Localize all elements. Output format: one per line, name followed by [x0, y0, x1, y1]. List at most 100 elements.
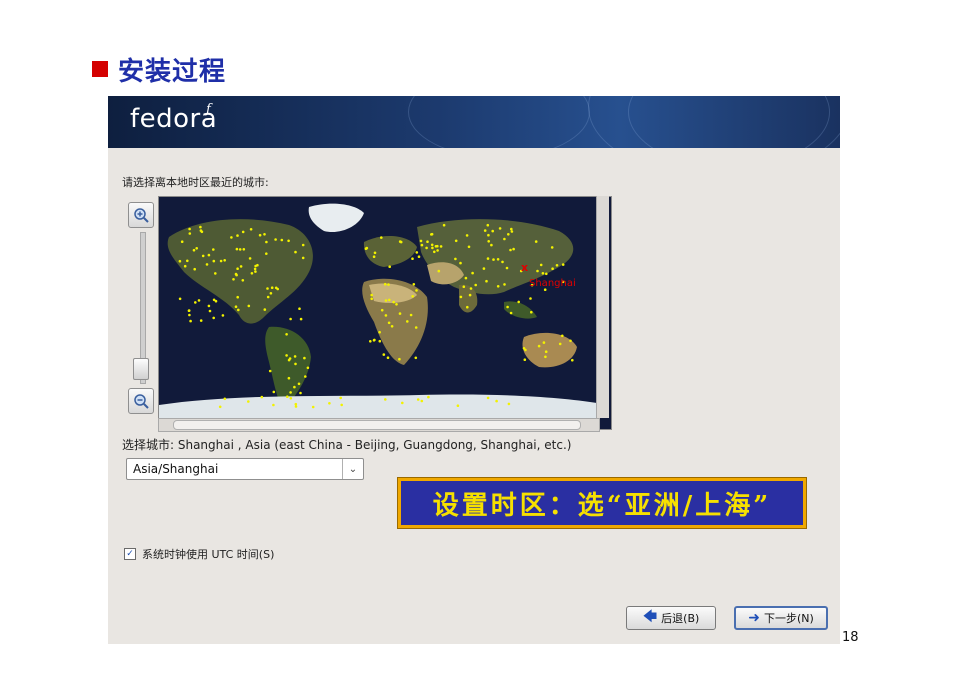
- city-dot[interactable]: [417, 255, 421, 258]
- utc-option[interactable]: ✓ 系统时钟使用 UTC 时间(S): [124, 546, 274, 562]
- city-dot[interactable]: [248, 257, 252, 260]
- city-dot[interactable]: [503, 237, 506, 241]
- city-dot[interactable]: [496, 258, 500, 261]
- city-dot[interactable]: [234, 272, 238, 276]
- city-dot[interactable]: [492, 258, 495, 261]
- city-dot[interactable]: [178, 259, 182, 263]
- city-dot[interactable]: [474, 283, 478, 287]
- chevron-down-icon[interactable]: ⌄: [342, 459, 363, 479]
- city-dot[interactable]: [235, 247, 239, 251]
- city-dot[interactable]: [483, 229, 487, 232]
- city-dot[interactable]: [238, 248, 242, 251]
- back-button[interactable]: 🡄 后退(B): [626, 606, 716, 630]
- city-dot[interactable]: [416, 398, 420, 401]
- city-dot[interactable]: [258, 233, 262, 237]
- city-dot[interactable]: [263, 308, 267, 311]
- city-dot[interactable]: [236, 267, 239, 270]
- city-dot[interactable]: [294, 402, 298, 406]
- city-dot[interactable]: [298, 307, 301, 310]
- city-dot[interactable]: [253, 267, 257, 271]
- city-dot[interactable]: [420, 399, 424, 403]
- city-dot[interactable]: [466, 305, 469, 309]
- city-dot[interactable]: [539, 263, 543, 267]
- city-dot[interactable]: [311, 405, 315, 409]
- city-dot[interactable]: [280, 238, 284, 242]
- city-dot[interactable]: [507, 402, 511, 406]
- city-dot[interactable]: [189, 319, 192, 323]
- city-dot[interactable]: [289, 391, 292, 394]
- city-dot[interactable]: [370, 293, 373, 297]
- next-button[interactable]: ➜ 下一步(N): [734, 606, 828, 630]
- city-dot[interactable]: [414, 326, 418, 329]
- world-map[interactable]: x Shanghai: [158, 196, 612, 430]
- city-dot[interactable]: [459, 295, 463, 299]
- city-dot[interactable]: [242, 248, 246, 251]
- city-dot[interactable]: [509, 311, 513, 315]
- city-dot[interactable]: [192, 248, 196, 252]
- city-dot[interactable]: [439, 245, 443, 248]
- zoom-out-button[interactable]: [128, 388, 154, 414]
- city-dot[interactable]: [207, 253, 211, 257]
- city-dot[interactable]: [199, 229, 203, 232]
- city-dot[interactable]: [194, 301, 197, 304]
- city-dot[interactable]: [289, 397, 293, 400]
- city-dot[interactable]: [551, 267, 554, 270]
- city-dot[interactable]: [412, 283, 416, 286]
- city-dot[interactable]: [468, 293, 472, 297]
- city-dot[interactable]: [232, 278, 235, 281]
- city-dot[interactable]: [239, 265, 243, 268]
- city-dot[interactable]: [269, 292, 273, 295]
- city-dot[interactable]: [301, 256, 305, 260]
- city-dot[interactable]: [406, 320, 409, 323]
- city-dot[interactable]: [180, 240, 184, 243]
- city-dot[interactable]: [249, 228, 253, 231]
- city-dot[interactable]: [299, 317, 303, 321]
- city-dot[interactable]: [454, 239, 458, 243]
- city-dot[interactable]: [223, 397, 227, 401]
- city-dot[interactable]: [426, 240, 429, 243]
- city-dot[interactable]: [505, 266, 509, 270]
- city-dot[interactable]: [188, 227, 191, 231]
- city-dot[interactable]: [544, 355, 547, 359]
- city-dot[interactable]: [517, 300, 520, 304]
- city-dot[interactable]: [188, 232, 192, 235]
- city-dot[interactable]: [303, 356, 306, 360]
- city-dot[interactable]: [425, 246, 428, 250]
- city-dot[interactable]: [545, 272, 548, 276]
- city-dot[interactable]: [529, 297, 532, 300]
- city-dot[interactable]: [339, 396, 342, 400]
- city-dot[interactable]: [265, 252, 268, 255]
- city-dot[interactable]: [419, 239, 423, 243]
- city-dot[interactable]: [542, 341, 546, 344]
- city-dot[interactable]: [469, 287, 473, 290]
- city-dot[interactable]: [487, 233, 490, 237]
- city-dot[interactable]: [285, 354, 288, 357]
- city-dot[interactable]: [287, 239, 290, 243]
- city-dot[interactable]: [328, 402, 331, 405]
- map-horizontal-scrollbar[interactable]: [158, 418, 600, 432]
- city-dot[interactable]: [378, 330, 381, 334]
- city-dot[interactable]: [467, 245, 471, 249]
- city-dot[interactable]: [274, 286, 278, 290]
- city-dot[interactable]: [387, 321, 391, 325]
- city-dot[interactable]: [487, 240, 491, 243]
- city-dot[interactable]: [378, 339, 382, 343]
- city-dot[interactable]: [223, 259, 226, 262]
- city-dot[interactable]: [236, 234, 239, 237]
- timezone-select[interactable]: Asia/Shanghai ⌄: [126, 458, 364, 480]
- city-dot[interactable]: [523, 358, 527, 361]
- city-dot[interactable]: [306, 366, 310, 370]
- city-dot[interactable]: [510, 227, 513, 231]
- city-dot[interactable]: [485, 279, 488, 283]
- city-dot[interactable]: [386, 356, 390, 359]
- city-dot[interactable]: [395, 303, 398, 306]
- city-dot[interactable]: [230, 236, 233, 239]
- city-dot[interactable]: [436, 249, 439, 252]
- city-dot[interactable]: [289, 317, 292, 321]
- city-dot[interactable]: [285, 333, 288, 336]
- city-dot[interactable]: [509, 248, 512, 252]
- city-dot[interactable]: [555, 264, 559, 267]
- city-dot[interactable]: [270, 286, 274, 289]
- city-dot[interactable]: [544, 350, 548, 353]
- city-dot[interactable]: [219, 259, 223, 263]
